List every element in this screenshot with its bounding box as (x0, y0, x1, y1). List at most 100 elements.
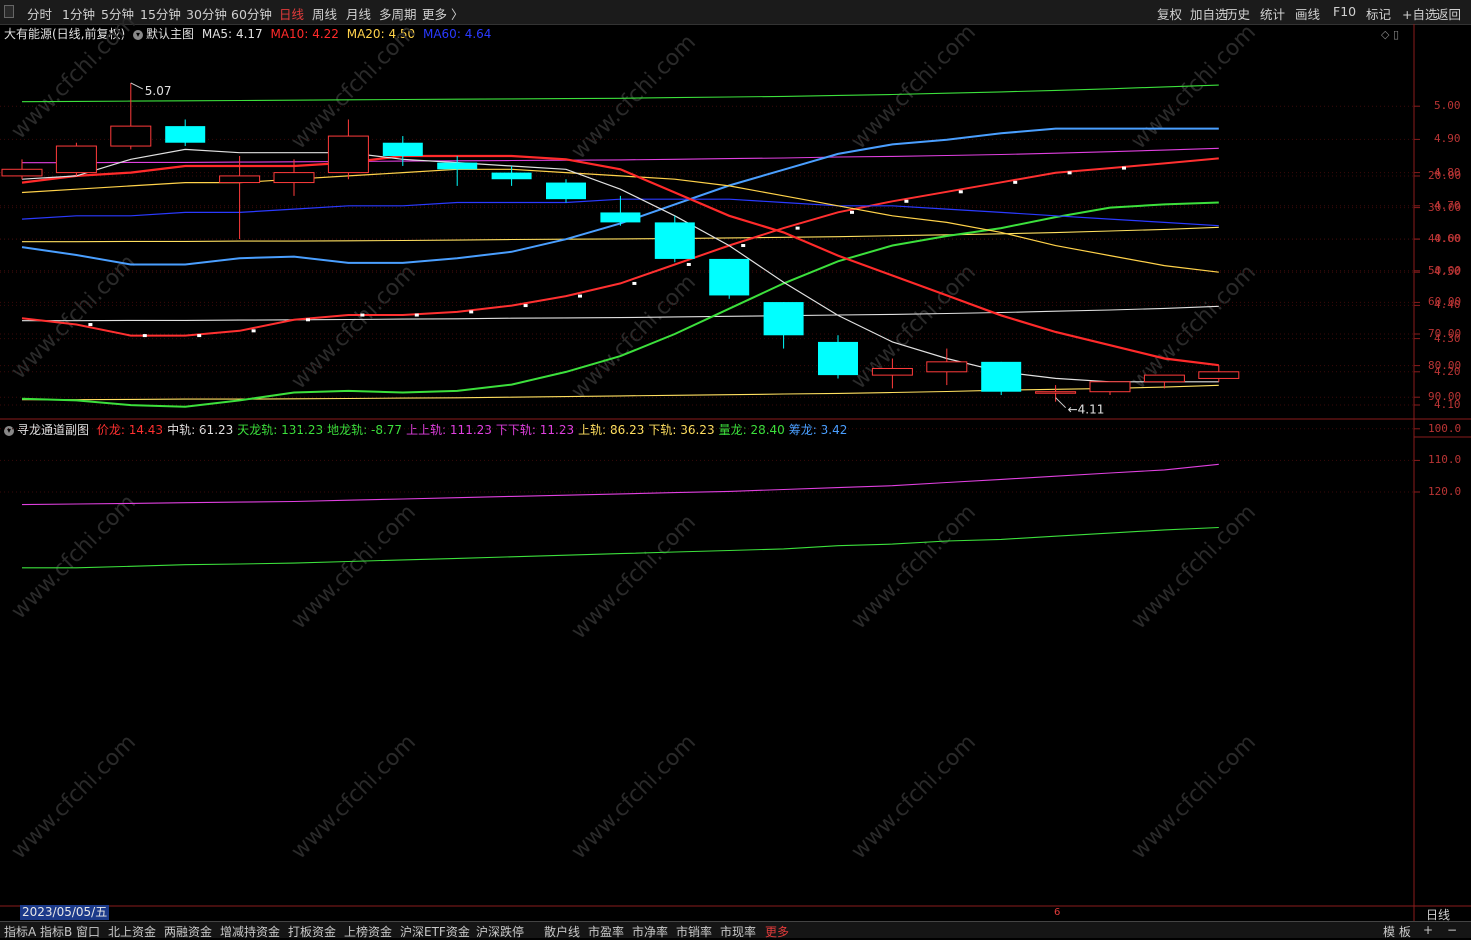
kline-chart-canvas[interactable]: www.cfchi.com www.cfchi.com www.cfchi.com w… (0, 0, 1471, 937)
price-dragon-dot (1013, 180, 1018, 184)
candle-body (763, 302, 804, 336)
price-dragon-dot (904, 199, 909, 203)
high-marker-label: 5.07 (145, 84, 172, 98)
candle-body (55, 145, 97, 174)
candle-body (1089, 381, 1131, 393)
candle-14 (763, 302, 804, 349)
indicator-tab-1[interactable]: 指标B (40, 923, 72, 940)
candle-18 (981, 361, 1022, 396)
candle-1 (55, 142, 97, 176)
watermark-text: www.cfchi.com (1127, 260, 1261, 394)
watermark-text: www.cfchi.com (1127, 730, 1261, 864)
watermark-text: www.cfchi.com (567, 510, 701, 644)
sub-axis-label: 110.0 (1428, 453, 1462, 467)
candle-body (110, 125, 152, 147)
indicator-tab-15[interactable]: 更多 (765, 923, 789, 940)
high-marker-arrow (130, 82, 144, 90)
sub-axis-label: 40.00 (1428, 232, 1462, 246)
price-dragon-dot (1067, 171, 1072, 175)
shangshang-line (21, 463, 1219, 506)
indicator-tab-0[interactable]: 指标A (4, 923, 36, 940)
sub-axis-label: 60.00 (1428, 295, 1462, 309)
watermark-text: www.cfchi.com (287, 20, 421, 154)
indicator-tab-8[interactable]: 沪深ETF资金 (400, 923, 470, 940)
watermark-text: www.cfchi.com (567, 730, 701, 864)
watermark-text: www.cfchi.com (287, 500, 421, 634)
indicator-tab-6[interactable]: 打板资金 (288, 923, 336, 940)
candle-body (437, 162, 478, 170)
candle-body (1198, 371, 1240, 379)
sub-axis-label: 120.0 (1428, 485, 1462, 498)
watermark-text: www.cfchi.com (847, 730, 981, 864)
candle-body (1143, 374, 1185, 383)
indicator-tab-10[interactable]: 散户线 (544, 923, 580, 940)
candle-13 (709, 258, 750, 299)
price-dragon-dot (306, 318, 310, 322)
watermark-text: www.cfchi.com (7, 490, 141, 624)
price-dragon-dot (958, 190, 963, 194)
sub-axis-label: 30.00 (1428, 200, 1462, 214)
indicator-tab-9[interactable]: 沪深跌停 (476, 923, 524, 940)
indicator-tab-12[interactable]: 市净率 (632, 923, 668, 940)
candle-19 (1035, 385, 1077, 402)
price-dragon-dot (578, 294, 582, 298)
watermark-text: www.cfchi.com (847, 260, 981, 394)
candle-body (165, 126, 206, 143)
price-dragon-dot (197, 334, 202, 338)
low-marker-label: ←4.11 (1068, 403, 1105, 417)
indicator-tab-11[interactable]: 市盈率 (588, 923, 624, 940)
watermark-text: www.cfchi.com (567, 270, 701, 404)
sub-axis-label: 50.00 (1428, 263, 1462, 277)
candle-body (273, 172, 315, 184)
candle-15 (818, 335, 858, 379)
indicator-tab-3[interactable]: 北上资金 (108, 923, 156, 940)
price-dragon-dot (1122, 166, 1126, 170)
watermark-text: www.cfchi.com (847, 20, 981, 154)
candle-body (1, 168, 43, 177)
bottom-right-button-0[interactable]: 模 板 (1383, 923, 1411, 940)
indicator-tab-4[interactable]: 两融资金 (164, 923, 212, 940)
watermark-text: www.cfchi.com (1127, 500, 1261, 634)
indicator-tab-5[interactable]: 增减持资金 (220, 923, 280, 940)
candle-12 (654, 215, 695, 263)
indicator-tab-7[interactable]: 上榜资金 (344, 923, 392, 940)
sub-axis-label: 90.00 (1428, 390, 1462, 404)
candle-body (382, 142, 423, 156)
candle-body (219, 175, 261, 184)
candle-20 (1089, 381, 1131, 396)
price-dragon-dot (142, 334, 147, 338)
sub-axis-label: 80.00 (1428, 358, 1462, 372)
indicator-tab-13[interactable]: 市销率 (676, 923, 712, 940)
price-dragon-dot (686, 262, 691, 266)
candle-body (327, 135, 369, 174)
price-dragon-dot (741, 244, 746, 248)
sub-axis-label: 100.0 (1428, 421, 1462, 435)
price-dragon-dot (795, 226, 800, 230)
price-dragon-dot (88, 323, 93, 327)
candle-body (871, 367, 913, 376)
price-axis-label: 5.00 (1434, 99, 1461, 113)
watermark-text: www.cfchi.com (847, 500, 981, 634)
watermark-text: www.cfchi.com (287, 260, 421, 394)
candle-6 (327, 119, 369, 180)
tianlong-line (22, 526, 1219, 569)
price-dragon-dot (360, 313, 365, 317)
price-dragon-dot (632, 281, 637, 285)
low-marker-arrow (1055, 397, 1066, 409)
bottom-right-button-1[interactable]: + (1423, 923, 1433, 937)
candle-body (981, 361, 1022, 392)
candle-body (546, 182, 586, 200)
candle-body (600, 212, 641, 223)
candle-3 (165, 119, 206, 147)
bottom-right-button-2[interactable]: − (1447, 923, 1457, 937)
price-dragon-dot (414, 313, 419, 317)
price-dragon-dot (251, 329, 256, 333)
crosshair-date-label: 2023/05/05/五 (20, 905, 110, 920)
indicator-tab-2[interactable]: 窗口 (76, 923, 100, 940)
price-dragon-dot (523, 304, 528, 308)
candle-body (654, 222, 695, 259)
candle-body (709, 258, 750, 296)
indicator-tab-14[interactable]: 市现率 (720, 923, 756, 940)
watermark-text: www.cfchi.com (7, 730, 141, 864)
sub-axis-label: 70.00 (1428, 327, 1462, 340)
